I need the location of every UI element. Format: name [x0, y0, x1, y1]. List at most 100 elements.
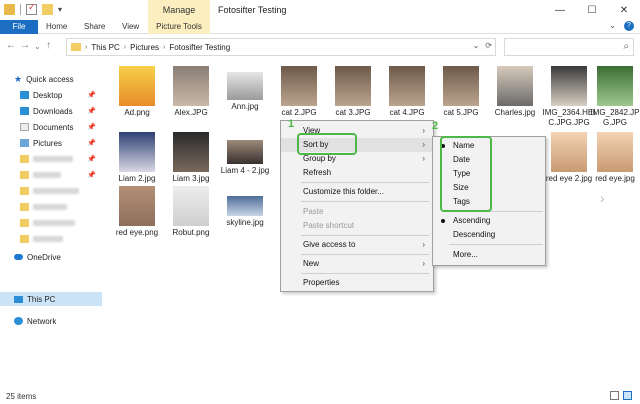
sidebar-item-quick-access[interactable]: ★ Quick access: [0, 72, 102, 86]
chevron-right-icon[interactable]: ›: [600, 190, 605, 206]
close-button[interactable]: ✕: [608, 0, 640, 20]
sort-descending-option[interactable]: Descending: [433, 228, 545, 242]
file-item[interactable]: red eye.png: [110, 186, 164, 238]
tab-share[interactable]: Share: [84, 20, 105, 34]
quick-access-toolbar: ▾: [4, 2, 62, 15]
search-input[interactable]: ⌕: [504, 38, 634, 56]
menu-item-new[interactable]: New ›: [281, 257, 433, 271]
large-icons-view-icon[interactable]: [623, 391, 632, 400]
file-name: cat 5.JPG: [443, 108, 479, 117]
image-thumbnail: [443, 66, 479, 106]
tab-view[interactable]: View: [122, 20, 139, 34]
file-name: Ann.jpg: [231, 102, 259, 111]
title-bar: ▾ Manage Fotosifter Testing — ☐ ✕: [0, 0, 640, 20]
file-item[interactable]: Liam 2.jpg: [110, 132, 164, 184]
file-item[interactable]: Ann.jpg: [218, 66, 272, 112]
sidebar-item-onedrive[interactable]: OneDrive: [0, 250, 102, 264]
file-item[interactable]: Ad.png: [110, 66, 164, 118]
breadcrumb-this-pc[interactable]: This PC: [91, 43, 119, 52]
file-item[interactable]: cat 3.JPG: [326, 66, 380, 118]
recent-locations-icon[interactable]: ⌄: [34, 42, 41, 51]
file-item[interactable]: Alex.JPG: [164, 66, 218, 118]
image-thumbnail: [335, 66, 371, 106]
address-bar[interactable]: › This PC › Pictures › Fotosifter Testin…: [66, 38, 496, 56]
manage-tab[interactable]: Manage: [148, 0, 210, 20]
details-view-icon[interactable]: [610, 391, 619, 400]
expand-ribbon-icon[interactable]: ⌄: [609, 21, 616, 31]
onedrive-icon: [14, 254, 23, 260]
tab-file[interactable]: File: [0, 20, 38, 34]
up-arrow-icon[interactable]: ↑: [46, 40, 51, 51]
blurred-label: [33, 204, 67, 210]
file-name: Liam 2.jpg: [118, 174, 156, 183]
file-name: skyline.jpg: [226, 218, 264, 227]
sidebar-item-desktop[interactable]: Desktop 📌: [0, 88, 102, 102]
sidebar-item-documents[interactable]: Documents 📌: [0, 120, 102, 134]
menu-item-refresh[interactable]: Refresh: [281, 166, 433, 180]
blurred-label: [33, 188, 79, 194]
menu-item-paste-shortcut: Paste shortcut: [303, 221, 355, 230]
sidebar-item-blurred-folder[interactable]: [0, 184, 102, 198]
maximize-button[interactable]: ☐: [576, 0, 608, 20]
menu-item-properties[interactable]: Properties: [281, 276, 433, 290]
blurred-label: [33, 156, 73, 162]
forward-arrow-icon[interactable]: →: [20, 40, 30, 51]
sidebar-item-pictures[interactable]: Pictures 📌: [0, 136, 102, 150]
file-item[interactable]: red eye.jpg: [588, 132, 640, 184]
sidebar-item-blurred-folder[interactable]: 📌: [0, 152, 102, 166]
menu-item-customize-folder[interactable]: Customize this folder...: [281, 185, 433, 199]
pin-icon: 📌: [87, 140, 96, 147]
menu-item-paste: Paste: [303, 207, 324, 216]
folder-icon: [71, 43, 81, 51]
sidebar-item-this-pc[interactable]: This PC: [0, 292, 102, 306]
navigation-pane: ★ Quick access Desktop 📌 Downloads 📌 Doc…: [0, 66, 102, 380]
chevron-right-icon: ›: [422, 140, 425, 149]
menu-divider: [301, 235, 429, 236]
file-item[interactable]: cat 5.JPG: [434, 66, 488, 118]
sidebar-item-network[interactable]: Network: [0, 314, 102, 328]
image-thumbnail: [227, 72, 263, 100]
file-name: Charles.jpg: [494, 108, 536, 117]
file-item[interactable]: Charles.jpg: [488, 66, 542, 118]
file-item[interactable]: Robut.png: [164, 186, 218, 238]
file-item[interactable]: skyline.jpg: [218, 186, 272, 228]
breadcrumb-fotosifter-testing[interactable]: Fotosifter Testing: [169, 43, 230, 52]
tab-home[interactable]: Home: [46, 20, 67, 34]
help-icon[interactable]: ?: [624, 21, 634, 31]
back-arrow-icon[interactable]: ←: [6, 40, 16, 51]
chevron-right-icon: ›: [85, 43, 88, 51]
blurred-label: [33, 236, 63, 242]
menu-divider: [301, 273, 429, 274]
sort-ascending-option[interactable]: Ascending: [433, 214, 545, 228]
chevron-right-icon: ›: [422, 240, 425, 249]
file-item[interactable]: cat 4.JPG: [380, 66, 434, 118]
breadcrumb-pictures[interactable]: Pictures: [130, 43, 159, 52]
file-item[interactable]: Liam 3.jpg: [164, 132, 218, 184]
sidebar-item-blurred-folder[interactable]: [0, 232, 102, 246]
new-folder-icon[interactable]: [42, 4, 53, 15]
tab-picture-tools[interactable]: Picture Tools: [148, 20, 210, 34]
sort-more-option[interactable]: More...: [433, 248, 545, 262]
desktop-icon: [20, 91, 29, 99]
window-controls: — ☐ ✕: [544, 0, 640, 20]
refresh-icon[interactable]: ⟳: [485, 41, 492, 50]
file-item[interactable]: cat 2.JPG: [272, 66, 326, 118]
documents-icon: [20, 123, 29, 131]
blurred-label: [33, 220, 75, 226]
address-dropdown-icon[interactable]: ⌄: [473, 41, 480, 50]
sidebar-item-downloads[interactable]: Downloads 📌: [0, 104, 102, 118]
chevron-down-icon[interactable]: ▾: [58, 5, 62, 14]
menu-item-give-access[interactable]: Give access to ›: [281, 238, 433, 252]
pictures-icon: [20, 139, 29, 147]
selected-bullet-icon: [441, 219, 445, 223]
sidebar-item-blurred-folder[interactable]: [0, 200, 102, 214]
sidebar-item-blurred-folder[interactable]: [0, 216, 102, 230]
navigation-bar: ← → ⌄ ↑ › This PC › Pictures › Fotosifte…: [0, 34, 640, 60]
properties-icon[interactable]: [26, 2, 37, 15]
file-item[interactable]: Liam 4 - 2.jpg: [218, 132, 272, 176]
file-item[interactable]: IMG_2842.JPG.JPG: [588, 66, 640, 128]
folder-icon: [4, 4, 15, 15]
minimize-button[interactable]: —: [544, 0, 576, 20]
sidebar-item-blurred-folder[interactable]: 📌: [0, 168, 102, 182]
folder-icon: [20, 171, 29, 179]
